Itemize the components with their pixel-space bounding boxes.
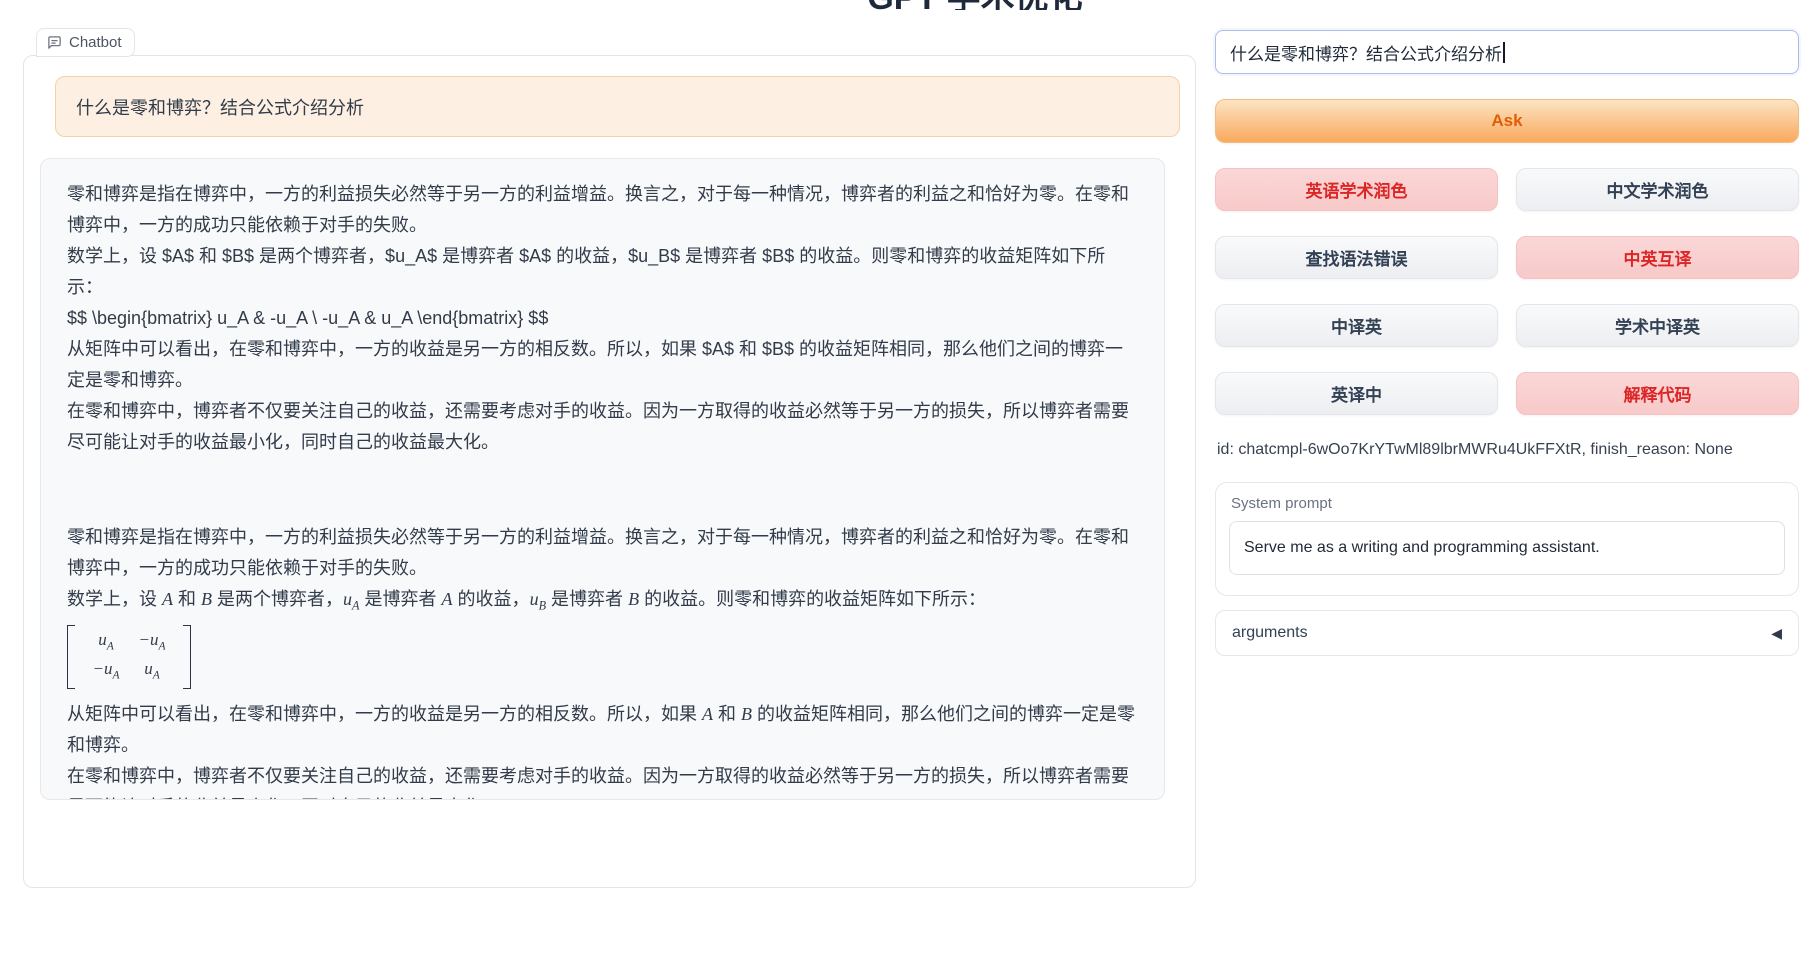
bot-raw-paragraph-4: 在零和博弈中，博弈者不仅要关注自己的收益，还需要考虑对手的收益。因为一方取得的收…: [67, 396, 1138, 458]
button-en-to-zh[interactable]: 英译中: [1215, 372, 1498, 415]
quick-actions-grid: 英语学术润色 中文学术润色 查找语法错误 中英互译 中译英 学术中译英 英译中 …: [1215, 168, 1799, 415]
matrix-row: −uA uA: [83, 657, 175, 686]
button-zh-en-mutual-translate[interactable]: 中英互译: [1516, 236, 1799, 279]
math-var: B: [201, 589, 212, 609]
chatbot-panel: Chatbot 什么是零和博弈？结合公式介绍分析 零和博弈是指在博弈中，一方的利…: [23, 55, 1196, 888]
payoff-matrix: uA −uA −uA uA: [67, 625, 191, 690]
button-zh-to-en[interactable]: 中译英: [1215, 304, 1498, 347]
bot-message-bubble: 零和博弈是指在博弈中，一方的利益损失必然等于另一方的利益增益。换言之，对于每一种…: [40, 158, 1165, 800]
chat-bubble-icon: [47, 35, 62, 50]
text-cursor: [1503, 42, 1505, 63]
button-academic-zh-to-en[interactable]: 学术中译英: [1516, 304, 1799, 347]
bot-raw-latex-line: $$ \begin{bmatrix} u_A & -u_A \ -u_A & u…: [67, 303, 1138, 334]
matrix-left-bracket: [67, 625, 75, 690]
bot-rendered-paragraph-4: 在零和博弈中，博弈者不仅要关注自己的收益，还需要考虑对手的收益。因为一方取得的收…: [67, 761, 1138, 800]
bot-raw-paragraph-3: 从矩阵中可以看出，在零和博弈中，一方的收益是另一方的相反数。所以，如果 $A$ …: [67, 334, 1138, 396]
bot-rendered-paragraph-2: 数学上，设 A 和 B 是两个博弈者，uA 是博弈者 A 的收益，uB 是博弈者…: [67, 584, 1138, 622]
button-find-grammar-errors[interactable]: 查找语法错误: [1215, 236, 1498, 279]
bot-rendered-paragraph-1: 零和博弈是指在博弈中，一方的利益损失必然等于另一方的利益增益。换言之，对于每一种…: [67, 522, 1138, 584]
bot-raw-paragraph-2: 数学上，设 $A$ 和 $B$ 是两个博弈者，$u_A$ 是博弈者 $A$ 的收…: [67, 241, 1138, 303]
question-input[interactable]: 什么是零和博弈？结合公式介绍分析: [1215, 30, 1799, 74]
user-message-bubble: 什么是零和博弈？结合公式介绍分析: [55, 76, 1180, 137]
page-title-clipped: GPT 学术优化: [0, 0, 1814, 10]
chatbot-label: Chatbot: [36, 28, 135, 57]
math-var: B: [628, 589, 639, 609]
system-prompt-input[interactable]: Serve me as a writing and programming as…: [1229, 521, 1785, 575]
system-prompt-card: System prompt Serve me as a writing and …: [1215, 482, 1799, 596]
chatbot-label-text: Chatbot: [69, 34, 122, 51]
user-message-text: 什么是零和博弈？结合公式介绍分析: [76, 94, 364, 120]
system-prompt-label: System prompt: [1231, 495, 1785, 512]
accordion-collapse-icon: ◀: [1771, 625, 1782, 642]
ask-button[interactable]: Ask: [1215, 99, 1799, 143]
math-var: uB: [530, 589, 546, 609]
button-explain-code[interactable]: 解释代码: [1516, 372, 1799, 415]
button-english-academic-polish[interactable]: 英语学术润色: [1215, 168, 1498, 211]
button-chinese-academic-polish[interactable]: 中文学术润色: [1516, 168, 1799, 211]
matrix-right-bracket: [183, 625, 191, 690]
bot-rendered-paragraph-3: 从矩阵中可以看出，在零和博弈中，一方的收益是另一方的相反数。所以，如果 A 和 …: [67, 699, 1138, 761]
page-title: GPT 学术优化: [867, 0, 1082, 10]
math-var: A: [442, 589, 453, 609]
question-input-value: 什么是零和博弈？结合公式介绍分析: [1230, 40, 1502, 65]
math-var: B: [741, 704, 752, 724]
math-var: A: [702, 704, 713, 724]
bot-raw-paragraph-1: 零和博弈是指在博弈中，一方的利益损失必然等于另一方的利益增益。换言之，对于每一种…: [67, 179, 1138, 241]
math-var: A: [162, 589, 173, 609]
matrix-row: uA −uA: [83, 628, 175, 657]
completion-meta-line: id: chatcmpl-6wOo7KrYTwMl89lbrMWRu4UkFFX…: [1217, 441, 1733, 459]
paragraph-gap: [67, 458, 1138, 522]
math-var: uA: [343, 589, 359, 609]
arguments-accordion-label: arguments: [1232, 624, 1308, 642]
arguments-accordion[interactable]: arguments ◀: [1215, 610, 1799, 656]
